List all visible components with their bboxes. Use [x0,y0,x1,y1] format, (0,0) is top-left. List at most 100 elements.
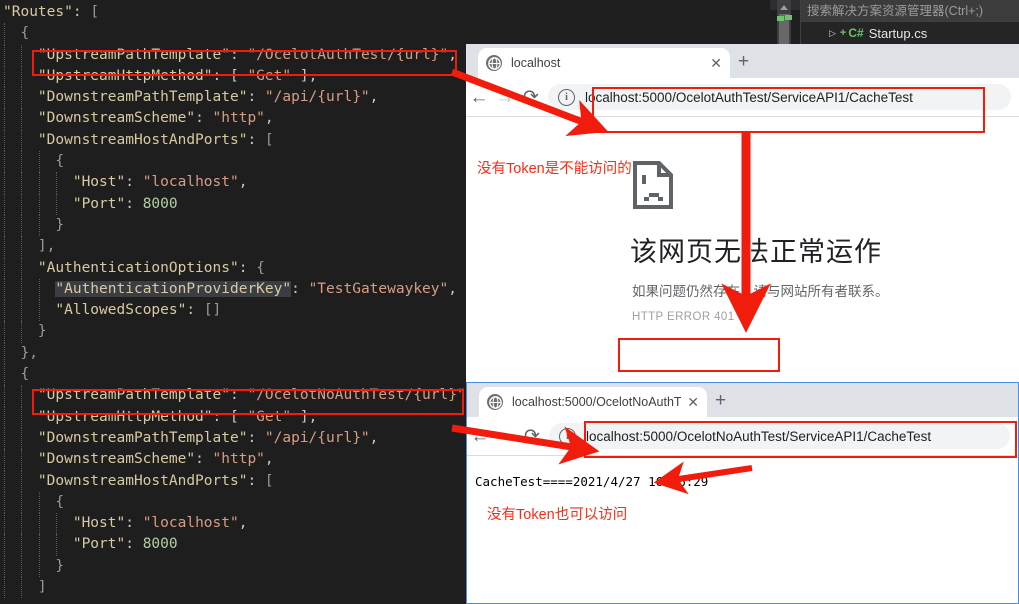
code-token: : [72,4,91,20]
code-token: : [229,387,248,404]
code-token: : [125,515,143,532]
code-line[interactable]: "DownstreamScheme": "http", [0,108,466,130]
code-line[interactable]: "UpstreamHttpMethod": [ "Get" ], [0,65,466,88]
code-token: : [186,302,204,319]
code-line[interactable]: "DownstreamScheme": "http", [0,449,466,471]
code-line[interactable]: "Host": "localhost", [0,513,466,535]
reload-button[interactable]: ⟳ [519,427,545,446]
code-line[interactable]: { [0,151,466,173]
code-token: "UpstreamHttpMethod" [37,67,213,84]
browser2-tab[interactable]: localhost:5000/OcelotNoAuthT ✕ [479,387,707,417]
indent-guide [21,172,23,194]
browser2-toolbar[interactable]: ← → ⟳ i localhost:5000/OcelotNoAuthTest/… [467,417,1018,456]
code-line[interactable]: "Routes": [ [0,2,466,23]
code-token: "UpstreamPathTemplate" [37,387,230,404]
code-line[interactable]: "UpstreamHttpMethod": [ "Get" ], [0,406,466,428]
indent-guide [4,193,6,215]
code-token: "DownstreamScheme" [37,451,196,468]
code-line[interactable]: "Host": "localhost", [0,172,466,194]
browser2-url-text: localhost:5000/OcelotNoAuthTest/ServiceA… [586,428,932,444]
code-token: [ [264,131,274,148]
code-line[interactable]: "AllowedScopes": [] [0,300,466,322]
code-token: "localhost" [142,515,239,532]
code-token: { [55,153,65,170]
code-line[interactable]: "DownstreamHostAndPorts": [ [0,470,466,492]
indent-guide [38,151,41,173]
browser1-tab[interactable]: localhost ✕ [478,48,730,78]
indent-guide [21,577,23,599]
code-token: : [247,472,265,489]
indent-guide [4,23,6,45]
browser2-tab-strip[interactable]: localhost:5000/OcelotNoAuthT ✕ + [467,383,1018,417]
code-token: : [247,89,265,106]
browser1-address-bar[interactable]: i localhost:5000/OcelotAuthTest/ServiceA… [548,84,1011,110]
code-line[interactable]: } [0,555,466,578]
info-circle-icon[interactable]: i [559,427,576,445]
forward-button[interactable]: → [492,88,518,107]
code-line[interactable]: ], [0,236,466,258]
code-token: "/api/{url}" [264,89,370,106]
change-marker [785,15,792,20]
chevron-right-icon[interactable]: ▷ [829,28,836,39]
code-token: "http" [212,110,265,127]
code-line[interactable]: { [0,491,466,514]
code-line[interactable]: } [0,321,466,343]
code-line[interactable]: "UpstreamPathTemplate": "/OcelotAuthTest… [0,44,466,66]
code-line[interactable]: "Port": 8000 [0,193,466,215]
close-icon[interactable]: ✕ [681,395,699,409]
code-token: "Routes" [3,4,73,20]
indent-guide [21,300,23,322]
code-editor-pane[interactable]: "Routes": [ { "UpstreamPathTemplate": "/… [0,0,466,604]
forward-button[interactable]: → [493,427,519,446]
browser-window-noauth-test[interactable]: localhost:5000/OcelotNoAuthT ✕ + ← → ⟳ i… [466,382,1019,604]
code-token: : [125,195,143,212]
code-line[interactable]: "AuthenticationProviderKey": "TestGatewa… [0,278,466,301]
indent-guide [38,491,41,514]
code-token: ], [291,67,318,84]
indent-guide [21,65,23,88]
globe-favicon-icon [486,55,502,71]
code-token: : [125,174,143,191]
info-circle-icon[interactable]: i [558,88,575,106]
browser1-tab-strip[interactable]: localhost ✕ + [466,44,1019,78]
browser1-url-text: localhost:5000/OcelotAuthTest/ServiceAPI… [585,89,913,105]
code-token: : [229,46,248,63]
code-line[interactable]: } [0,214,466,237]
back-button[interactable]: ← [467,427,493,446]
code-line[interactable]: }, [0,342,466,365]
code-line[interactable]: "UpstreamPathTemplate": "/OcelotNoAuthTe… [0,385,466,407]
indent-guide [38,300,41,322]
indent-guide [38,555,41,578]
close-icon[interactable]: ✕ [704,56,722,70]
json-config-code[interactable]: "Routes": [ { "UpstreamPathTemplate": "/… [0,2,466,599]
indent-guide [21,236,23,258]
browser1-new-tab-button[interactable]: + [738,52,749,71]
indent-guide [21,321,23,343]
code-token: "/api/{url}" [264,429,370,446]
code-token: "Get" [247,67,292,84]
indent-guide [4,87,6,109]
solution-explorer-item-startup-cs[interactable]: ▷ + C# Startup.cs [801,22,1019,44]
code-line[interactable]: "Port": 8000 [0,534,466,556]
scroll-up-arrow-icon[interactable] [780,5,788,10]
browser-window-auth-test[interactable]: localhost ✕ + ← → ⟳ i localhost:5000/Oce… [466,44,1019,382]
code-line[interactable]: "DownstreamPathTemplate": "/api/{url}", [0,87,466,109]
code-line[interactable]: { [0,364,466,386]
browser2-address-bar[interactable]: i localhost:5000/OcelotNoAuthTest/Servic… [549,423,1010,449]
code-line[interactable]: { [0,23,466,45]
code-token: "UpstreamHttpMethod" [37,408,213,425]
browser1-toolbar[interactable]: ← → ⟳ i localhost:5000/OcelotAuthTest/Se… [466,78,1019,117]
reload-button[interactable]: ⟳ [518,88,544,107]
code-token: : [ [212,408,248,425]
code-line[interactable]: "DownstreamPathTemplate": "/api/{url}", [0,427,466,450]
solution-explorer-panel[interactable]: 搜索解决方案资源管理器(Ctrl+;) ▷ + C# Startup.cs [800,0,1019,44]
indent-guide [56,534,58,556]
code-token: , [264,110,274,127]
code-line[interactable]: "DownstreamHostAndPorts": [ [0,129,466,152]
indent-guide [4,236,6,258]
back-button[interactable]: ← [466,88,492,107]
browser2-new-tab-button[interactable]: + [715,391,726,410]
solution-explorer-search-input[interactable]: 搜索解决方案资源管理器(Ctrl+;) [801,0,1019,22]
code-line[interactable]: "AuthenticationOptions": { [0,257,466,279]
code-line[interactable]: ] [0,577,466,599]
